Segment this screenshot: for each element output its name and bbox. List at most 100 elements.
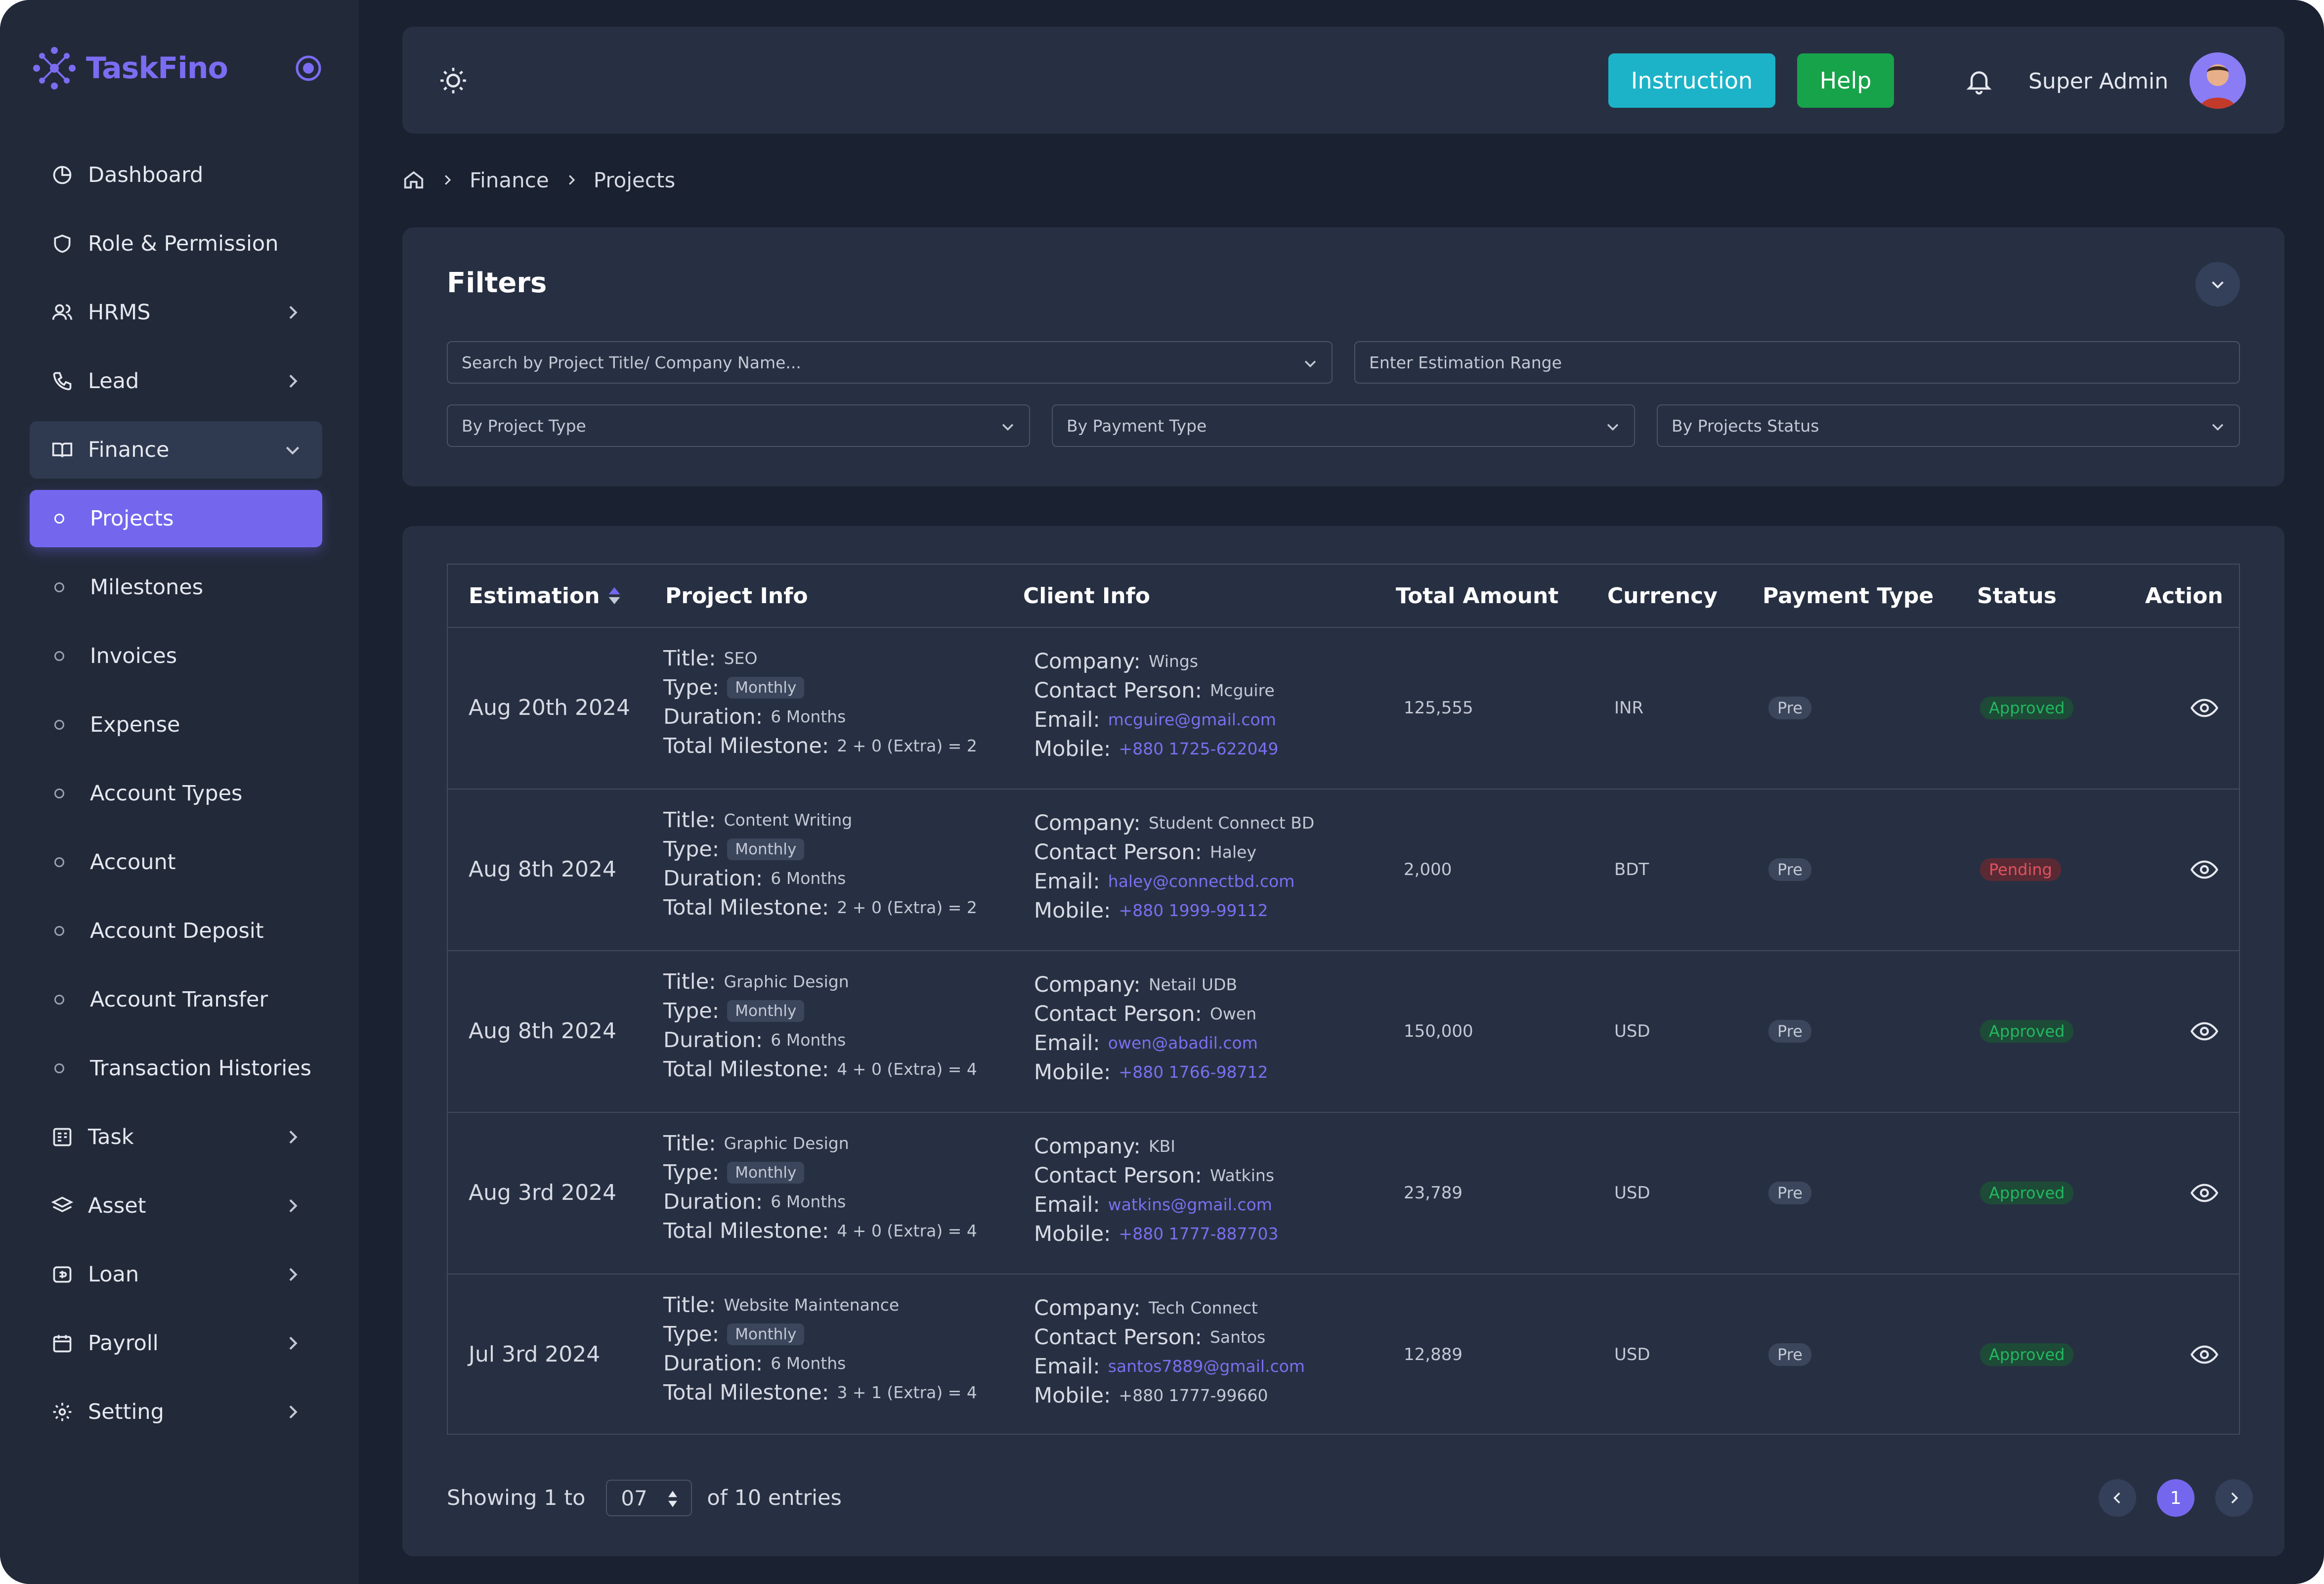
- user-name[interactable]: Super Admin: [2028, 65, 2168, 97]
- help-button[interactable]: Help: [1797, 53, 1894, 108]
- project-title: Website Maintenance: [724, 1295, 900, 1315]
- client-email-link[interactable]: haley@connectbd.com: [1108, 872, 1295, 891]
- view-eye-icon[interactable]: [2190, 856, 2219, 883]
- total-amount: 12,889: [1404, 1344, 1463, 1364]
- view-eye-icon[interactable]: [2190, 1179, 2219, 1207]
- project-type-select[interactable]: By Project Type: [447, 404, 1030, 447]
- project-type-badge: Monthly: [727, 676, 805, 699]
- view-eye-icon[interactable]: [2190, 694, 2219, 722]
- sidebar-item-lead[interactable]: Lead: [30, 352, 322, 410]
- sidebar-item-invoices[interactable]: Invoices: [30, 627, 322, 685]
- title-label: Title:: [663, 807, 716, 833]
- currency: USD: [1614, 1344, 1650, 1364]
- type-label: Type:: [663, 1321, 720, 1347]
- sidebar-item-expense[interactable]: Expense: [30, 696, 322, 753]
- milestone-label: Total Milestone:: [663, 895, 829, 920]
- payment-type-select[interactable]: By Payment Type: [1052, 404, 1635, 447]
- client-info: Company: Tech Connect Contact Person: Sant…: [1034, 1293, 1305, 1410]
- client-company: Netail UDB: [1148, 975, 1238, 994]
- layers-icon: [51, 1195, 73, 1217]
- title-label: Title:: [663, 1292, 716, 1318]
- table-header: Estimation Project Info Client Info Tota…: [448, 565, 2239, 628]
- title-label: Title:: [663, 1131, 716, 1156]
- client-mobile-link[interactable]: +880 1777-887703: [1119, 1224, 1279, 1243]
- client-email-link[interactable]: watkins@gmail.com: [1108, 1195, 1272, 1214]
- search-input[interactable]: Search by Project Title/ Company Name...: [447, 341, 1333, 384]
- view-eye-icon[interactable]: [2190, 1341, 2219, 1368]
- status-badge: Pending: [1980, 858, 2061, 881]
- logo[interactable]: TaskFino: [30, 44, 228, 93]
- previous-page-button[interactable]: [2099, 1479, 2136, 1517]
- sidebar-item-finance[interactable]: Finance: [30, 421, 322, 479]
- avatar[interactable]: [2190, 52, 2246, 109]
- sidebar-item-account[interactable]: Account: [30, 834, 322, 891]
- sidebar-collapse-icon[interactable]: [295, 54, 322, 82]
- sidebar-item-label: Account Transfer: [90, 987, 268, 1012]
- duration-label: Duration:: [663, 1189, 763, 1214]
- contact-label: Contact Person:: [1034, 1324, 1202, 1350]
- company-label: Company:: [1034, 810, 1141, 836]
- sidebar-item-label: Expense: [90, 712, 180, 737]
- client-email-link[interactable]: santos7889@gmail.com: [1108, 1357, 1305, 1376]
- email-label: Email:: [1034, 1192, 1100, 1217]
- client-email-link[interactable]: mcguire@gmail.com: [1108, 710, 1276, 729]
- client-company: Student Connect BD: [1148, 813, 1315, 833]
- status-badge: Approved: [1980, 1343, 2074, 1366]
- client-mobile-link[interactable]: +880 1766-98712: [1119, 1062, 1268, 1082]
- sidebar-item-payroll[interactable]: Payroll: [30, 1315, 322, 1372]
- column-client-info: Client Info: [1023, 583, 1151, 609]
- filters-collapse-button[interactable]: [2195, 262, 2240, 307]
- type-label: Type:: [663, 836, 720, 862]
- view-eye-icon[interactable]: [2190, 1017, 2219, 1045]
- project-duration: 6 Months: [771, 869, 846, 888]
- page-size-select[interactable]: 07: [606, 1480, 692, 1516]
- sidebar-item-task[interactable]: Task: [30, 1108, 322, 1166]
- project-info: Title: Content Writing Type: Monthly Durat…: [663, 805, 977, 922]
- sidebar: TaskFino Dashboard Role & Permission HRM…: [0, 0, 359, 1584]
- sidebar-item-milestones[interactable]: Milestones: [30, 559, 322, 616]
- projects-table: Estimation Project Info Client Info Tota…: [447, 564, 2240, 1435]
- next-page-button[interactable]: [2215, 1479, 2253, 1517]
- sidebar-item-asset[interactable]: Asset: [30, 1177, 322, 1234]
- home-icon[interactable]: [402, 169, 425, 191]
- project-duration: 6 Months: [771, 1030, 846, 1050]
- client-mobile-link[interactable]: +880 1725-622049: [1119, 739, 1279, 758]
- sidebar-item-setting[interactable]: Setting: [30, 1383, 322, 1441]
- payment-type-badge: Pre: [1768, 1343, 1811, 1366]
- client-mobile-link[interactable]: +880 1999-99112: [1119, 901, 1268, 920]
- client-email-link[interactable]: owen@abadil.com: [1108, 1033, 1258, 1053]
- project-duration: 6 Months: [771, 1192, 846, 1211]
- status-badge: Approved: [1980, 1181, 2074, 1204]
- contact-label: Contact Person:: [1034, 678, 1202, 703]
- bell-icon[interactable]: [1964, 65, 1994, 97]
- sidebar-item-account-types[interactable]: Account Types: [30, 765, 322, 822]
- breadcrumb-finance[interactable]: Finance: [470, 168, 549, 192]
- instruction-button[interactable]: Instruction: [1608, 53, 1775, 108]
- project-status-select[interactable]: By Projects Status: [1657, 404, 2240, 447]
- project-milestones: 4 + 0 (Extra) = 4: [837, 1059, 977, 1079]
- sidebar-item-label: Transaction Histories: [90, 1056, 311, 1081]
- sidebar-item-role-permission[interactable]: Role & Permission: [30, 215, 322, 272]
- sidebar-item-account-transfer[interactable]: Account Transfer: [30, 971, 322, 1028]
- sidebar-item-transaction-histories[interactable]: Transaction Histories: [30, 1040, 322, 1097]
- sidebar-item-label: Role & Permission: [88, 231, 279, 256]
- phone-icon: [51, 370, 73, 392]
- currency: BDT: [1614, 859, 1649, 880]
- column-estimation[interactable]: Estimation: [469, 565, 622, 627]
- page-button-current[interactable]: 1: [2157, 1479, 2195, 1517]
- estimation-range-input[interactable]: Enter Estimation Range: [1354, 341, 2240, 384]
- milestone-label: Total Milestone:: [663, 733, 829, 758]
- sort-icon[interactable]: [607, 586, 622, 606]
- logo-text: TaskFino: [86, 51, 228, 86]
- sidebar-item-account-deposit[interactable]: Account Deposit: [30, 902, 322, 960]
- sidebar-item-dashboard[interactable]: Dashboard: [30, 146, 322, 204]
- sidebar-item-hrms[interactable]: HRMS: [30, 284, 322, 341]
- chevron-right-icon: [568, 175, 575, 185]
- email-label: Email:: [1034, 707, 1100, 732]
- sun-icon[interactable]: [438, 65, 469, 96]
- sidebar-item-loan[interactable]: Loan: [30, 1246, 322, 1303]
- currency: USD: [1614, 1183, 1650, 1203]
- title-label: Title:: [663, 646, 716, 671]
- column-status: Status: [1977, 583, 2057, 609]
- sidebar-item-projects[interactable]: Projects: [30, 490, 322, 547]
